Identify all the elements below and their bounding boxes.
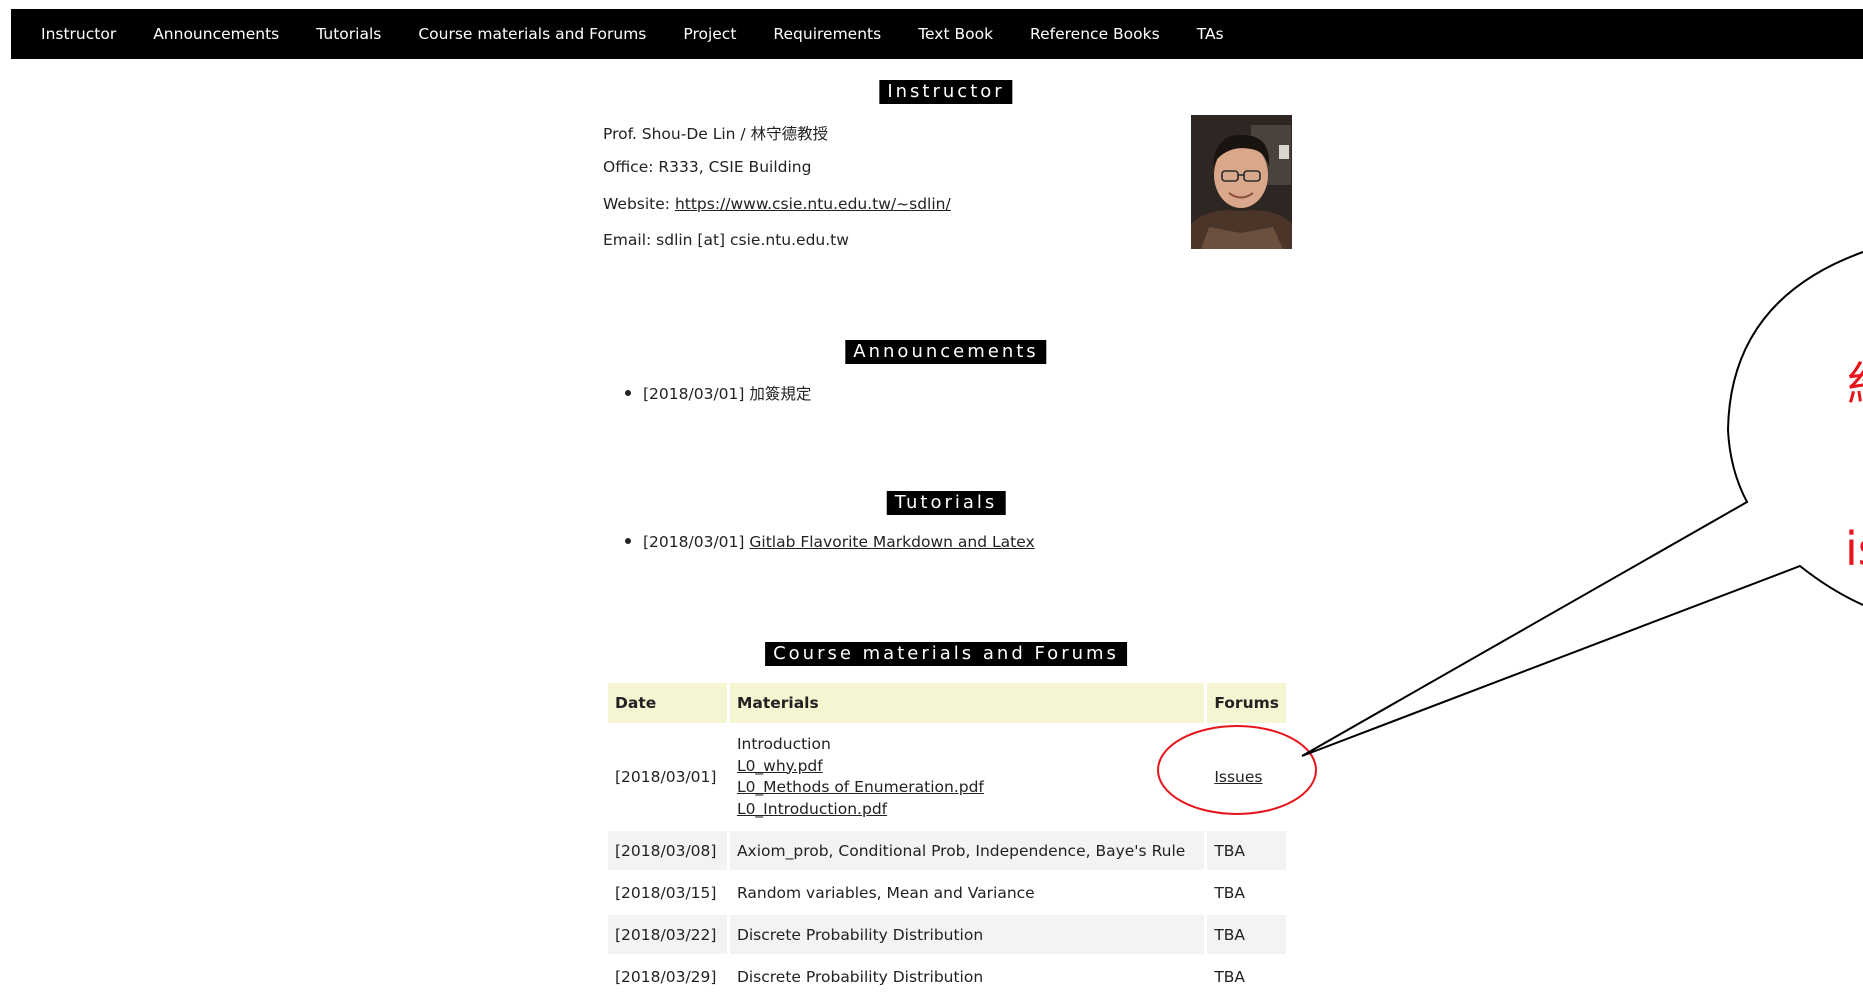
annotation-overlay [1157, 251, 1863, 815]
highlight-circle [1157, 725, 1317, 815]
speech-bubble [1301, 251, 1863, 757]
callout-text-top: 約 [1847, 348, 1863, 414]
callout-text-bottom: is [1845, 522, 1863, 576]
